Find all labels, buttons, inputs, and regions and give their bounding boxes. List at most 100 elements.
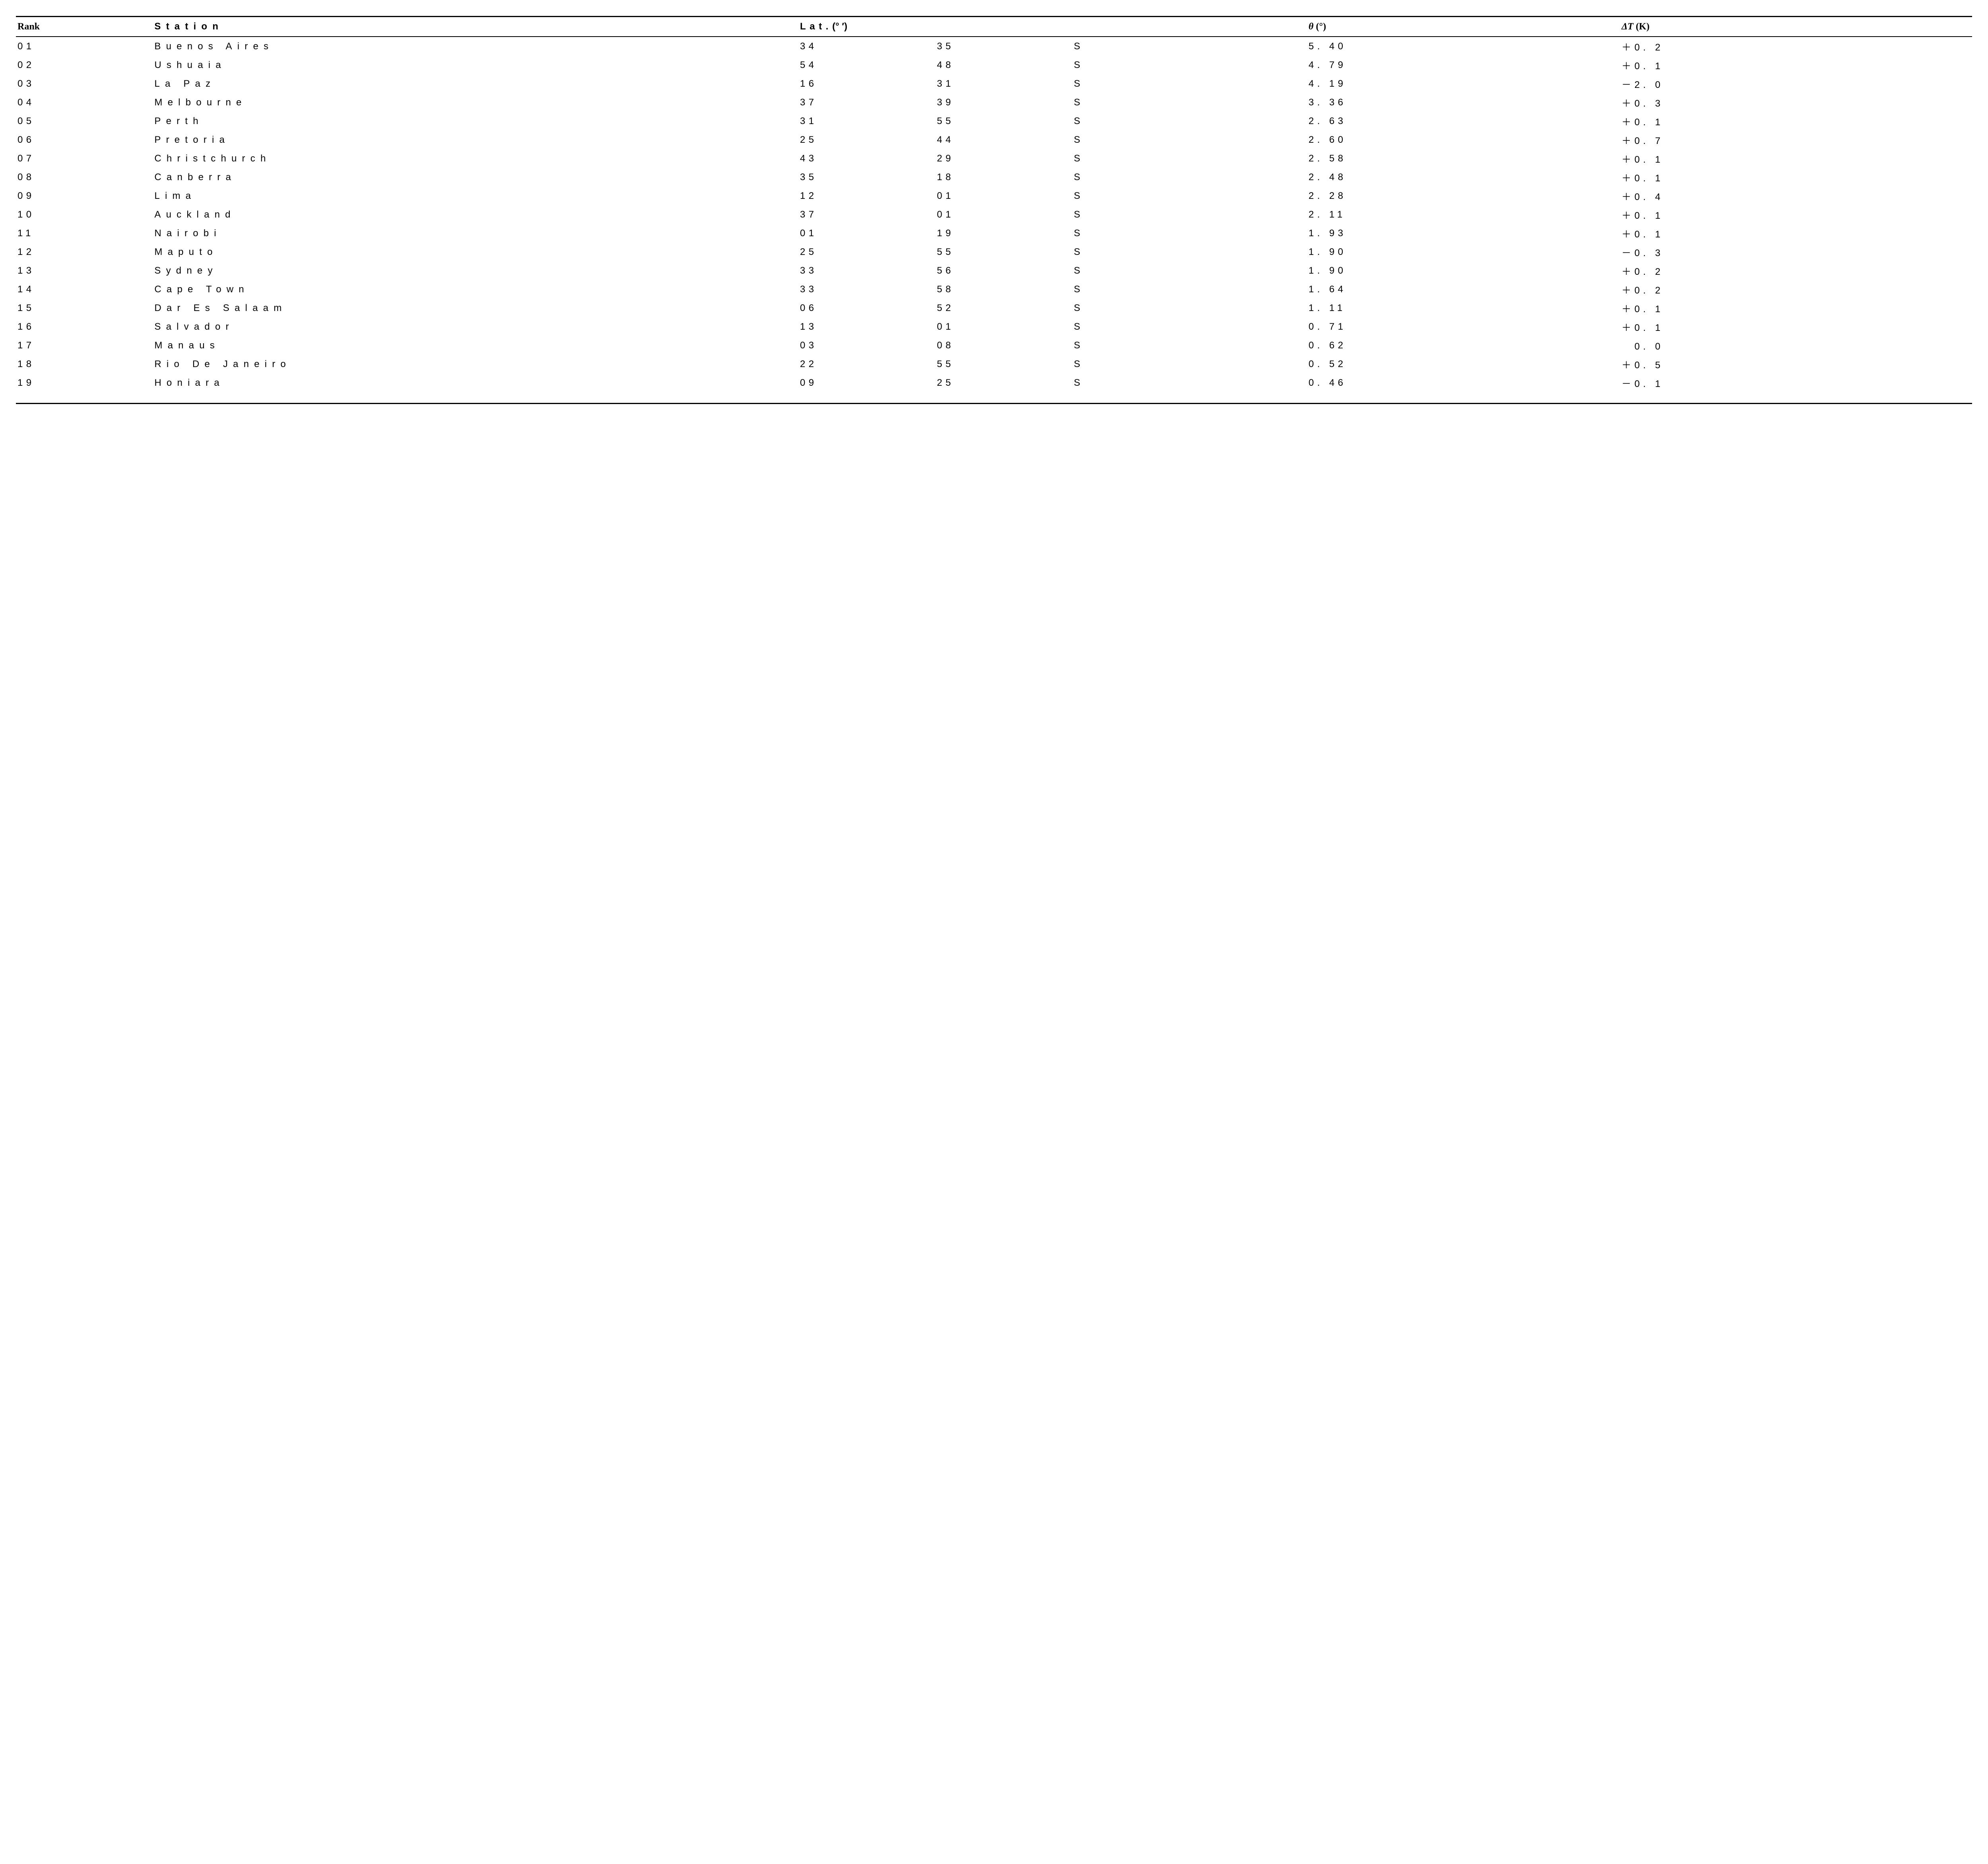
cell-hemi: S bbox=[1072, 56, 1190, 74]
cell-dt: ＋0. 1 bbox=[1620, 317, 1972, 336]
table-row: 19Honiara0925S0. 46－0. 1 bbox=[16, 373, 1972, 392]
gap-cell bbox=[1190, 355, 1307, 373]
gap-cell bbox=[1190, 317, 1307, 336]
cell-rank: 19 bbox=[16, 373, 153, 392]
cell-dt: ＋0. 3 bbox=[1620, 93, 1972, 112]
gap-cell bbox=[1190, 205, 1307, 224]
table-row: 06Pretoria2544S2. 60＋0. 7 bbox=[16, 130, 1972, 149]
gap-cell bbox=[1542, 130, 1620, 149]
header-station: Station bbox=[153, 17, 798, 37]
table-row: 01Buenos Aires3435S5. 40＋0. 2 bbox=[16, 37, 1972, 56]
cell-hemi: S bbox=[1072, 149, 1190, 168]
cell-station: Ushuaia bbox=[153, 56, 798, 74]
cell-rank: 18 bbox=[16, 355, 153, 373]
cell-lat_deg: 01 bbox=[798, 224, 935, 243]
gap-cell bbox=[1190, 243, 1307, 261]
gap-cell bbox=[1190, 112, 1307, 130]
gap-cell bbox=[1542, 168, 1620, 187]
cell-dt: ＋0. 1 bbox=[1620, 224, 1972, 243]
cell-dt: ＋0. 1 bbox=[1620, 205, 1972, 224]
gap-cell bbox=[1190, 93, 1307, 112]
table-row: 04Melbourne3739S3. 36＋0. 3 bbox=[16, 93, 1972, 112]
header-latitude: Lat.(° ′) bbox=[798, 17, 1190, 37]
cell-theta: 4. 19 bbox=[1307, 74, 1541, 93]
cell-station: Perth bbox=[153, 112, 798, 130]
cell-lat_min: 55 bbox=[935, 112, 1072, 130]
cell-theta: 5. 40 bbox=[1307, 37, 1541, 56]
cell-lat_deg: 43 bbox=[798, 149, 935, 168]
table-row: 03La Paz1631S4. 19－2. 0 bbox=[16, 74, 1972, 93]
cell-lat_min: 29 bbox=[935, 149, 1072, 168]
gap-cell bbox=[1542, 74, 1620, 93]
cell-lat_min: 39 bbox=[935, 93, 1072, 112]
gap-cell bbox=[1542, 37, 1620, 56]
cell-station: Buenos Aires bbox=[153, 37, 798, 56]
cell-theta: 1. 11 bbox=[1307, 299, 1541, 317]
gap-cell bbox=[1542, 336, 1620, 355]
gap-cell bbox=[1542, 149, 1620, 168]
cell-dt: ＋0. 1 bbox=[1620, 112, 1972, 130]
cell-lat_min: 48 bbox=[935, 56, 1072, 74]
cell-lat_deg: 33 bbox=[798, 280, 935, 299]
cell-lat_deg: 09 bbox=[798, 373, 935, 392]
cell-station: Honiara bbox=[153, 373, 798, 392]
cell-theta: 0. 62 bbox=[1307, 336, 1541, 355]
cell-rank: 13 bbox=[16, 261, 153, 280]
table-row: 14Cape Town3358S1. 64＋0. 2 bbox=[16, 280, 1972, 299]
cell-station: Sydney bbox=[153, 261, 798, 280]
cell-dt: ＋0. 1 bbox=[1620, 56, 1972, 74]
cell-rank: 14 bbox=[16, 280, 153, 299]
gap-cell bbox=[1542, 205, 1620, 224]
cell-dt: ＋0. 2 bbox=[1620, 37, 1972, 56]
gap-cell bbox=[1190, 299, 1307, 317]
cell-lat_min: 55 bbox=[935, 355, 1072, 373]
cell-dt: ＋0. 1 bbox=[1620, 149, 1972, 168]
table-row: 13Sydney3356S1. 90＋0. 2 bbox=[16, 261, 1972, 280]
cell-hemi: S bbox=[1072, 112, 1190, 130]
cell-dt: ＋0. 1 bbox=[1620, 299, 1972, 317]
cell-lat_min: 31 bbox=[935, 74, 1072, 93]
header-theta: θ (°) bbox=[1307, 17, 1541, 37]
gap-cell bbox=[1190, 149, 1307, 168]
cell-hemi: S bbox=[1072, 261, 1190, 280]
cell-dt: ＋0. 7 bbox=[1620, 130, 1972, 149]
cell-dt: ＋0. 1 bbox=[1620, 168, 1972, 187]
cell-hemi: S bbox=[1072, 373, 1190, 392]
cell-hemi: S bbox=[1072, 74, 1190, 93]
cell-lat_deg: 35 bbox=[798, 168, 935, 187]
cell-lat_min: 19 bbox=[935, 224, 1072, 243]
table-row: 10Auckland3701S2. 11＋0. 1 bbox=[16, 205, 1972, 224]
cell-lat_min: 35 bbox=[935, 37, 1072, 56]
cell-lat_min: 55 bbox=[935, 243, 1072, 261]
table-row: 17Manaus0308S0. 62 0. 0 bbox=[16, 336, 1972, 355]
gap-cell bbox=[1190, 224, 1307, 243]
cell-rank: 01 bbox=[16, 37, 153, 56]
cell-lat_min: 01 bbox=[935, 317, 1072, 336]
cell-station: Rio De Janeiro bbox=[153, 355, 798, 373]
cell-dt: －0. 3 bbox=[1620, 243, 1972, 261]
cell-theta: 2. 48 bbox=[1307, 168, 1541, 187]
cell-theta: 2. 63 bbox=[1307, 112, 1541, 130]
cell-theta: 4. 79 bbox=[1307, 56, 1541, 74]
cell-station: Cape Town bbox=[153, 280, 798, 299]
gap-cell bbox=[1542, 317, 1620, 336]
cell-theta: 1. 90 bbox=[1307, 261, 1541, 280]
cell-lat_deg: 22 bbox=[798, 355, 935, 373]
gap-cell bbox=[1190, 373, 1307, 392]
cell-lat_deg: 37 bbox=[798, 93, 935, 112]
table-row: 12Maputo2555S1. 90－0. 3 bbox=[16, 243, 1972, 261]
header-gap bbox=[1190, 17, 1307, 37]
cell-lat_min: 01 bbox=[935, 187, 1072, 205]
gap-cell bbox=[1542, 56, 1620, 74]
cell-lat_min: 56 bbox=[935, 261, 1072, 280]
header-rank: Rank bbox=[16, 17, 153, 37]
table-row: 16Salvador1301S0. 71＋0. 1 bbox=[16, 317, 1972, 336]
cell-rank: 11 bbox=[16, 224, 153, 243]
cell-hemi: S bbox=[1072, 299, 1190, 317]
gap-cell bbox=[1190, 37, 1307, 56]
cell-dt: ＋0. 4 bbox=[1620, 187, 1972, 205]
cell-station: Dar Es Salaam bbox=[153, 299, 798, 317]
gap-cell bbox=[1190, 168, 1307, 187]
cell-station: Christchurch bbox=[153, 149, 798, 168]
cell-lat_deg: 34 bbox=[798, 37, 935, 56]
